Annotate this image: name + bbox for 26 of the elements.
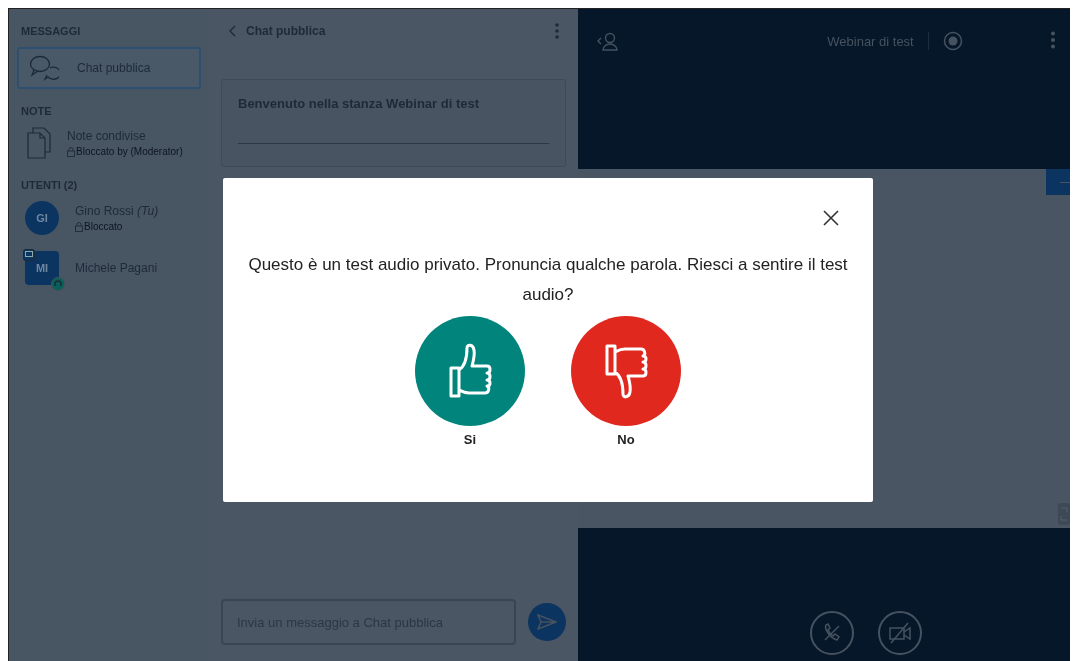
- chevron-left-icon: [229, 25, 237, 37]
- document-icon: [27, 127, 51, 159]
- more-options-icon[interactable]: [1050, 31, 1056, 49]
- fullscreen-icon[interactable]: [1058, 503, 1070, 525]
- video-button[interactable]: [878, 611, 922, 655]
- user-avatar: GI: [25, 201, 59, 235]
- dialog-message: Questo è un test audio privato. Pronuncia qualche parola. Riesci a sentire il test audio?: [248, 254, 848, 306]
- presenter-icon: [23, 249, 35, 261]
- record-icon[interactable]: [942, 31, 963, 51]
- thumbs-down-icon: [603, 342, 649, 400]
- lock-icon: [67, 146, 75, 157]
- lock-icon: [75, 221, 83, 232]
- lock-status: Bloccato: [84, 221, 123, 232]
- more-options-icon[interactable]: [554, 23, 560, 39]
- meeting-title: Webinar di test: [827, 33, 914, 49]
- send-icon: [537, 614, 558, 630]
- audio-button[interactable]: [810, 611, 854, 655]
- users-toggle-icon[interactable]: [596, 31, 620, 51]
- choice-label: No: [617, 432, 635, 447]
- lock-status: Bloccato by (Moderator): [76, 146, 183, 157]
- camera-off-icon: [888, 622, 912, 644]
- thumbs-up-icon: [447, 342, 493, 400]
- send-button[interactable]: [528, 603, 566, 641]
- close-icon[interactable]: [823, 210, 839, 226]
- chat-icon: [29, 55, 59, 81]
- choice-label: Si: [463, 432, 477, 447]
